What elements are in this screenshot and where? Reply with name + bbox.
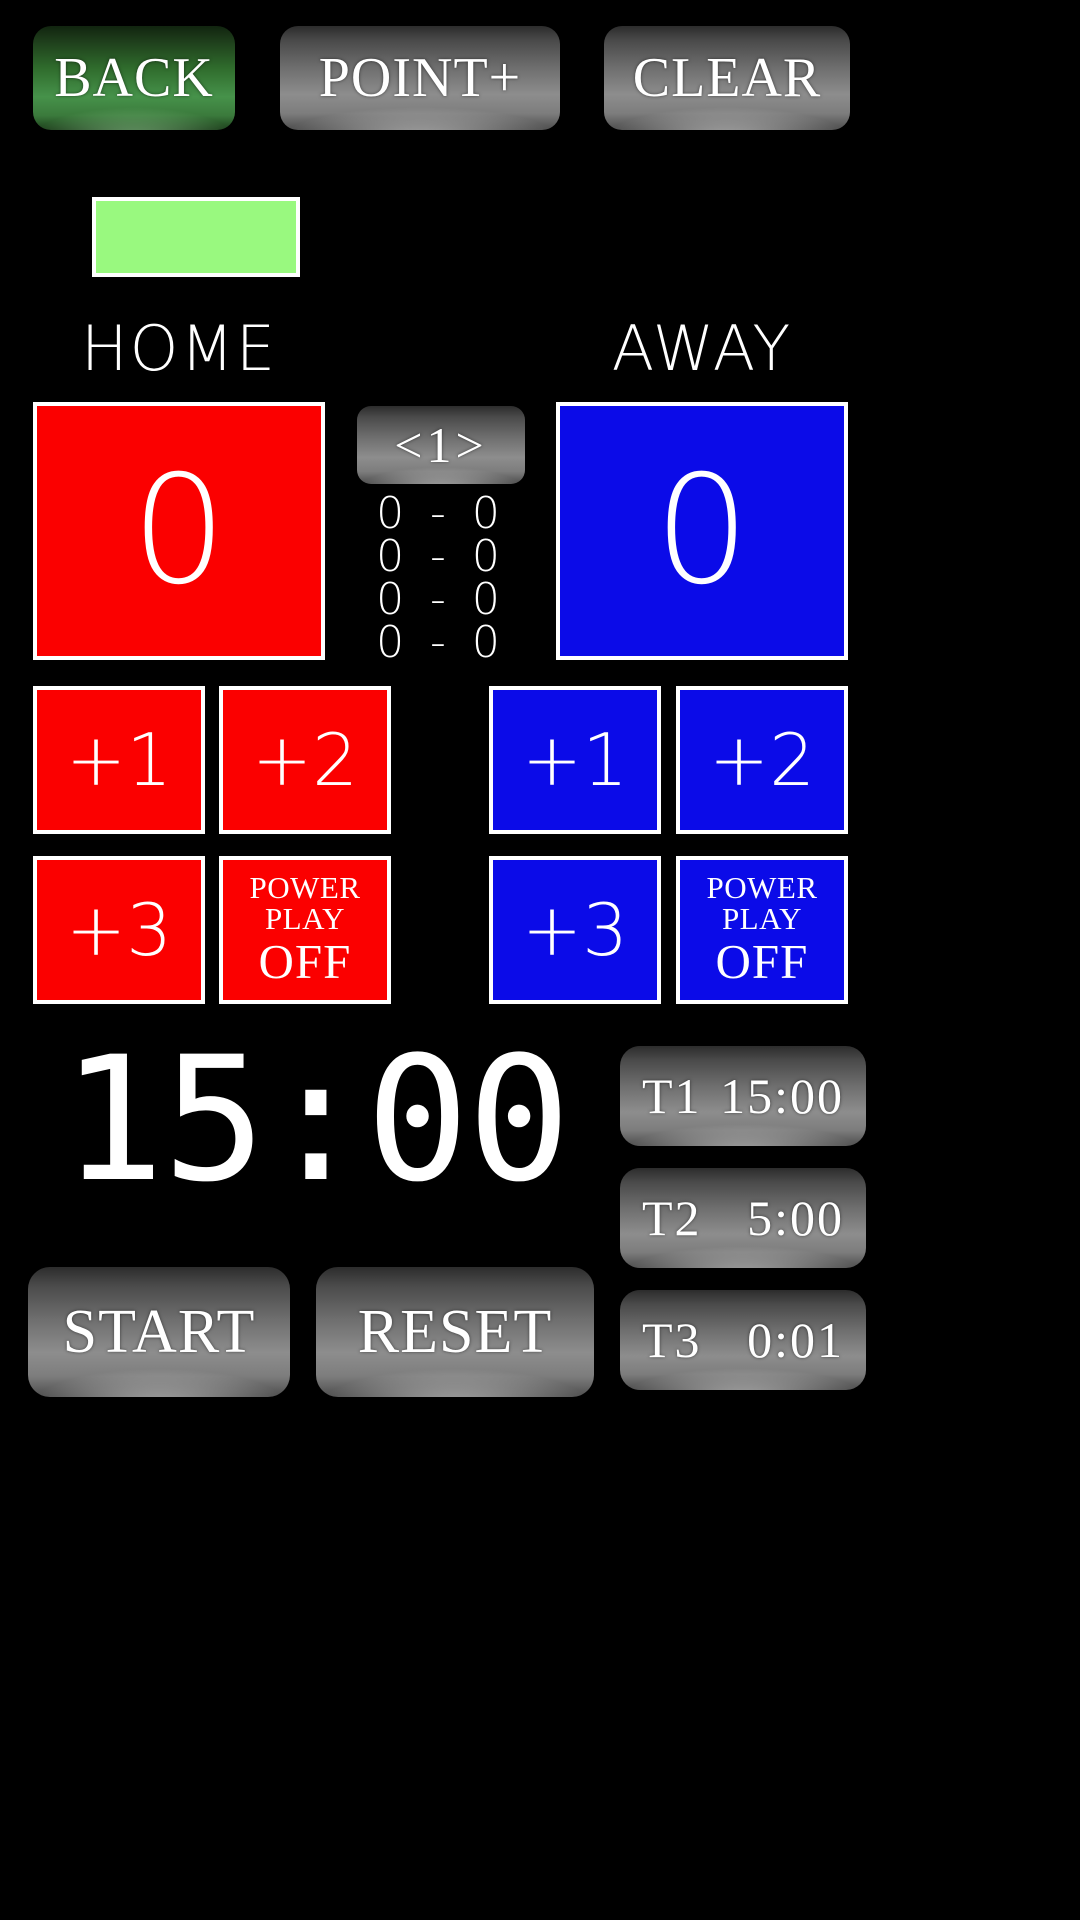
- home-powerplay-button[interactable]: POWER PLAY OFF: [219, 856, 391, 1004]
- home-powerplay-state: OFF: [258, 934, 352, 989]
- period-score-line: 0 - 0: [376, 488, 506, 539]
- home-plus1-button[interactable]: +1: [33, 686, 205, 834]
- home-powerplay-title-line2: PLAY: [264, 901, 346, 936]
- period-score-line: 0 - 0: [376, 574, 506, 625]
- point-plus-button-label: POINT+: [318, 47, 522, 109]
- home-plus3-button[interactable]: +3: [33, 856, 205, 1004]
- away-powerplay-state: OFF: [715, 934, 809, 989]
- away-plus1-label: +1: [521, 718, 629, 802]
- away-plus2-label: +2: [708, 718, 816, 802]
- point-plus-button[interactable]: POINT+: [280, 26, 560, 130]
- timer-preset-t1-button[interactable]: T1 15:00: [620, 1046, 866, 1146]
- home-plus2-button[interactable]: +2: [219, 686, 391, 834]
- timer-preset-t3-button[interactable]: T3 0:01: [620, 1290, 866, 1390]
- home-score-display[interactable]: 0: [33, 402, 325, 660]
- reset-button[interactable]: RESET: [316, 1267, 594, 1397]
- start-button[interactable]: START: [28, 1267, 290, 1397]
- home-plus1-label: +1: [65, 718, 173, 802]
- home-plus3-label: +3: [65, 888, 173, 972]
- timer-preset-t2-label: T2: [642, 1190, 702, 1246]
- away-plus1-button[interactable]: +1: [489, 686, 661, 834]
- home-team-label: HOME: [80, 312, 278, 385]
- period-score-line: 0 - 0: [376, 617, 506, 668]
- away-powerplay-title-line2: PLAY: [721, 901, 803, 936]
- away-plus3-button[interactable]: +3: [489, 856, 661, 1004]
- away-score-value: 0: [654, 444, 750, 618]
- back-button-label: BACK: [54, 47, 214, 109]
- away-score-display[interactable]: 0: [556, 402, 848, 660]
- period-selector[interactable]: < 1 >: [357, 406, 525, 484]
- timer-preset-t3-label: T3: [642, 1312, 702, 1368]
- timer-preset-t2-time: 5:00: [747, 1190, 844, 1246]
- back-button[interactable]: BACK: [33, 26, 235, 130]
- period-prev-icon[interactable]: <: [394, 416, 426, 474]
- timer-preset-t3-time: 0:01: [747, 1312, 844, 1368]
- clear-button-label: CLEAR: [632, 47, 822, 109]
- period-score-lines: 0 - 0 0 - 0 0 - 0 0 - 0: [357, 488, 525, 668]
- away-plus3-label: +3: [521, 888, 629, 972]
- timer-preset-t1-label: T1: [642, 1068, 702, 1124]
- away-team-label: AWAY: [611, 312, 793, 385]
- period-next-icon[interactable]: >: [456, 416, 488, 474]
- away-powerplay-button[interactable]: POWER PLAY OFF: [676, 856, 848, 1004]
- home-plus2-label: +2: [251, 718, 359, 802]
- away-plus2-button[interactable]: +2: [676, 686, 848, 834]
- scoreboard-screen: BACK POINT+ CLEAR HOME AWAY 0 0 < 1 > 0 …: [0, 0, 1080, 1920]
- away-powerplay-title-line1: POWER: [706, 870, 818, 905]
- period-current-value: 1: [426, 417, 456, 473]
- game-clock-display[interactable]: 15:00: [30, 1024, 600, 1216]
- home-powerplay-title-line1: POWER: [249, 870, 361, 905]
- reset-button-label: RESET: [357, 1297, 553, 1366]
- clear-button[interactable]: CLEAR: [604, 26, 850, 130]
- start-button-label: START: [62, 1297, 256, 1366]
- team-color-swatch[interactable]: [92, 197, 300, 277]
- period-score-line: 0 - 0: [376, 531, 506, 582]
- timer-preset-t1-time: 15:00: [720, 1068, 844, 1124]
- home-score-value: 0: [131, 444, 227, 618]
- timer-preset-t2-button[interactable]: T2 5:00: [620, 1168, 866, 1268]
